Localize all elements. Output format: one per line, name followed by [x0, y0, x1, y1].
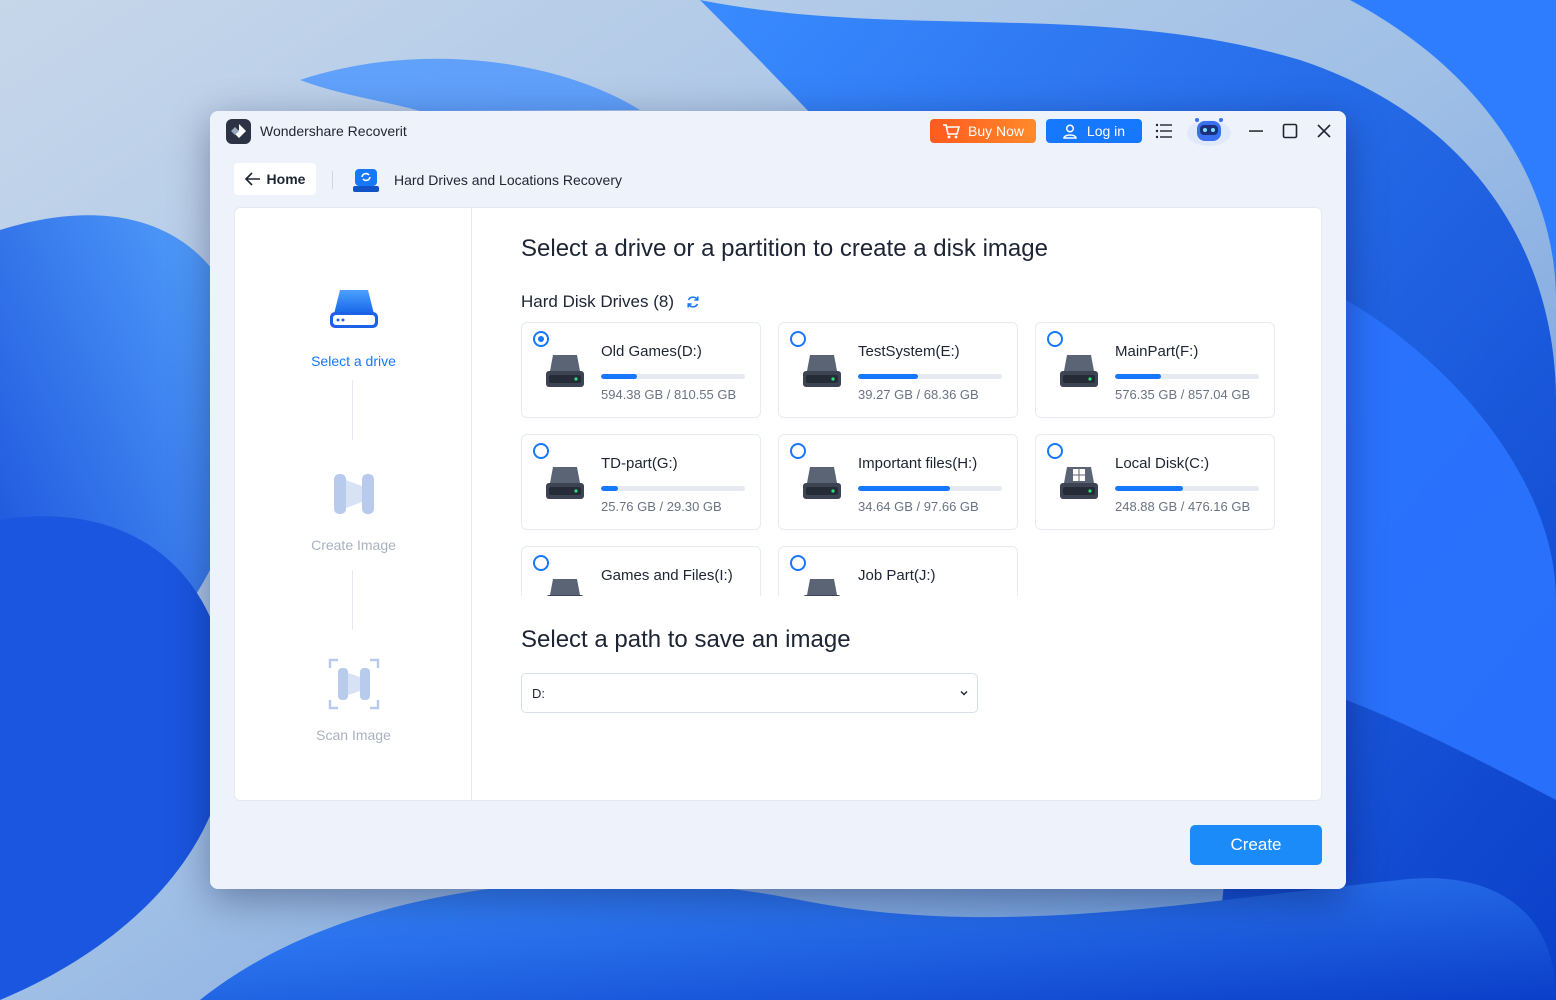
step-connector: [352, 570, 353, 630]
drive-card[interactable]: TestSystem(E:) 39.27 GB / 68.36 GB: [778, 322, 1018, 418]
drive-size: 576.35 GB / 857.04 GB: [1115, 387, 1251, 402]
drive-card[interactable]: Games and Files(I:): [521, 546, 761, 596]
step-sidebar: Select a drive Create Image Scan Image: [235, 208, 472, 800]
step-label: Scan Image: [316, 727, 391, 743]
step-label: Create Image: [311, 537, 396, 553]
drive-radio[interactable]: [790, 555, 806, 571]
hdd-icon: [801, 351, 843, 396]
app-window: Wondershare Recoverit Buy Now Log in Hom…: [210, 111, 1346, 889]
minimize-icon[interactable]: [1246, 121, 1266, 141]
close-icon[interactable]: [1314, 121, 1334, 141]
drives-subheading: Hard Disk Drives (8): [521, 292, 700, 312]
hdd-icon: [544, 575, 586, 596]
drive-usage-fill: [858, 486, 951, 491]
app-logo-icon: [226, 119, 251, 144]
step-connector: [352, 380, 353, 440]
create-button[interactable]: Create: [1190, 825, 1322, 865]
nav-row: Home Hard Drives and Locations Recovery: [210, 163, 1346, 197]
drive-usage-fill: [1115, 486, 1183, 491]
drive-card[interactable]: Important files(H:) 34.64 GB / 97.66 GB: [778, 434, 1018, 530]
hdd-icon: [544, 351, 586, 396]
drive-usage-fill: [1115, 374, 1162, 379]
drive-usage-fill: [601, 486, 619, 491]
save-path-value: D:: [532, 686, 545, 701]
drive-size: 594.38 GB / 810.55 GB: [601, 387, 737, 402]
create-image-step-icon: [333, 474, 374, 514]
drive-step-icon: [329, 290, 378, 328]
drive-radio[interactable]: [533, 555, 549, 571]
hdd-icon: [1058, 351, 1100, 396]
drive-radio[interactable]: [533, 443, 549, 459]
hdd-icon: [801, 463, 843, 508]
buy-now-label: Buy Now: [967, 123, 1025, 139]
drive-usage-fill: [858, 374, 919, 379]
drive-name: Local Disk(C:): [1115, 455, 1210, 472]
cart-icon: [942, 124, 960, 139]
step-select-drive: Select a drive: [235, 280, 472, 369]
drive-list: Old Games(D:) 594.38 GB / 810.55 GB TestSy…: [521, 322, 1281, 596]
drive-card[interactable]: Job Part(J:): [778, 546, 1018, 596]
drive-name: TD-part(G:): [601, 455, 678, 472]
drive-size: 34.64 GB / 97.66 GB: [858, 499, 979, 514]
drive-usage-bar: [858, 486, 1002, 491]
window-title: Wondershare Recoverit: [260, 123, 407, 139]
drive-name: TestSystem(E:): [858, 343, 960, 360]
drive-name: Important files(H:): [858, 455, 978, 472]
nav-divider: [332, 171, 333, 189]
hdd-icon: [544, 463, 586, 508]
home-label: Home: [266, 171, 306, 187]
drive-usage-bar: [601, 374, 745, 379]
drive-radio[interactable]: [533, 331, 549, 347]
drive-name: Games and Files(I:): [601, 567, 733, 584]
user-icon: [1063, 123, 1077, 139]
drive-section-heading: Select a drive or a partition to create …: [521, 235, 1048, 262]
maximize-icon[interactable]: [1280, 121, 1300, 141]
drive-name: MainPart(F:): [1115, 343, 1199, 360]
step-scan-image: Scan Image: [235, 654, 472, 743]
windows-hdd-icon: [1058, 463, 1100, 508]
drive-recovery-icon: [353, 169, 379, 192]
login-label: Log in: [1086, 123, 1126, 139]
arrow-left-icon: [244, 172, 260, 186]
buy-now-button[interactable]: Buy Now: [930, 119, 1036, 143]
drive-name: Old Games(D:): [601, 343, 702, 360]
chevron-down-icon: [960, 691, 968, 696]
drive-card[interactable]: Local Disk(C:) 248.88 GB / 476.16 GB: [1035, 434, 1275, 530]
drive-usage-bar: [1115, 374, 1259, 379]
drive-usage-bar: [1115, 486, 1259, 491]
drive-size: 25.76 GB / 29.30 GB: [601, 499, 722, 514]
drive-usage-fill: [601, 374, 637, 379]
refresh-icon[interactable]: [686, 295, 700, 309]
drive-name: Job Part(J:): [858, 567, 936, 584]
scan-image-step-icon: [328, 658, 379, 710]
step-create-image: Create Image: [235, 464, 472, 553]
save-path-select[interactable]: D:: [521, 673, 978, 713]
title-bar: Wondershare Recoverit Buy Now Log in: [210, 111, 1346, 153]
drive-usage-bar: [601, 486, 745, 491]
home-button[interactable]: Home: [234, 163, 316, 195]
robot-avatar[interactable]: [1185, 113, 1233, 149]
drive-radio[interactable]: [1047, 331, 1063, 347]
content-area: Select a drive or a partition to create …: [521, 208, 1301, 800]
drive-radio[interactable]: [790, 443, 806, 459]
page-title: Hard Drives and Locations Recovery: [394, 172, 622, 188]
save-path-heading: Select a path to save an image: [521, 626, 851, 653]
login-button[interactable]: Log in: [1046, 119, 1142, 143]
step-label: Select a drive: [311, 353, 396, 369]
main-panel: Select a drive Create Image Scan Image S…: [234, 207, 1322, 801]
drive-card[interactable]: Old Games(D:) 594.38 GB / 810.55 GB: [521, 322, 761, 418]
drive-radio[interactable]: [1047, 443, 1063, 459]
drive-usage-bar: [858, 374, 1002, 379]
drive-size: 248.88 GB / 476.16 GB: [1115, 499, 1251, 514]
drives-count-label: Hard Disk Drives (8): [521, 292, 675, 311]
drive-radio[interactable]: [790, 331, 806, 347]
drive-card[interactable]: MainPart(F:) 576.35 GB / 857.04 GB: [1035, 322, 1275, 418]
drive-size: 39.27 GB / 68.36 GB: [858, 387, 979, 402]
menu-icon[interactable]: [1154, 121, 1174, 141]
hdd-icon: [801, 575, 843, 596]
drive-card[interactable]: TD-part(G:) 25.76 GB / 29.30 GB: [521, 434, 761, 530]
